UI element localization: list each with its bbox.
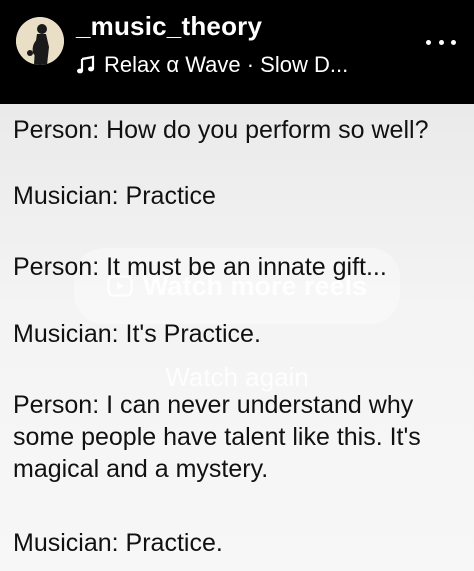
more-dot-icon [426, 39, 431, 45]
dialogue-line: Musician: Practice [13, 182, 216, 210]
more-dot-icon [451, 39, 456, 45]
audio-track-link[interactable]: Relax α Wave · Slow D... [76, 50, 348, 80]
reel-header: _music_theory Relax α Wave · Slow D... [0, 0, 474, 104]
dialogue-line: Musician: It's Practice. [13, 320, 261, 348]
music-note-icon [77, 55, 95, 74]
profile-avatar[interactable] [16, 17, 64, 65]
dialogue-line: Person: It must be an innate gift... [13, 253, 387, 281]
saxophone-player-icon [16, 17, 64, 65]
more-dot-icon [438, 39, 444, 45]
account-username[interactable]: _music_theory [76, 11, 262, 41]
dialogue-line: Person: I can never understand why some … [13, 391, 421, 483]
dialogue-line: Musician: Practice. [13, 529, 223, 557]
more-options-button[interactable] [426, 32, 456, 52]
dialogue-line: Person: How do you perform so well? [13, 116, 429, 144]
audio-track-title: Relax α Wave · Slow D... [104, 52, 349, 77]
